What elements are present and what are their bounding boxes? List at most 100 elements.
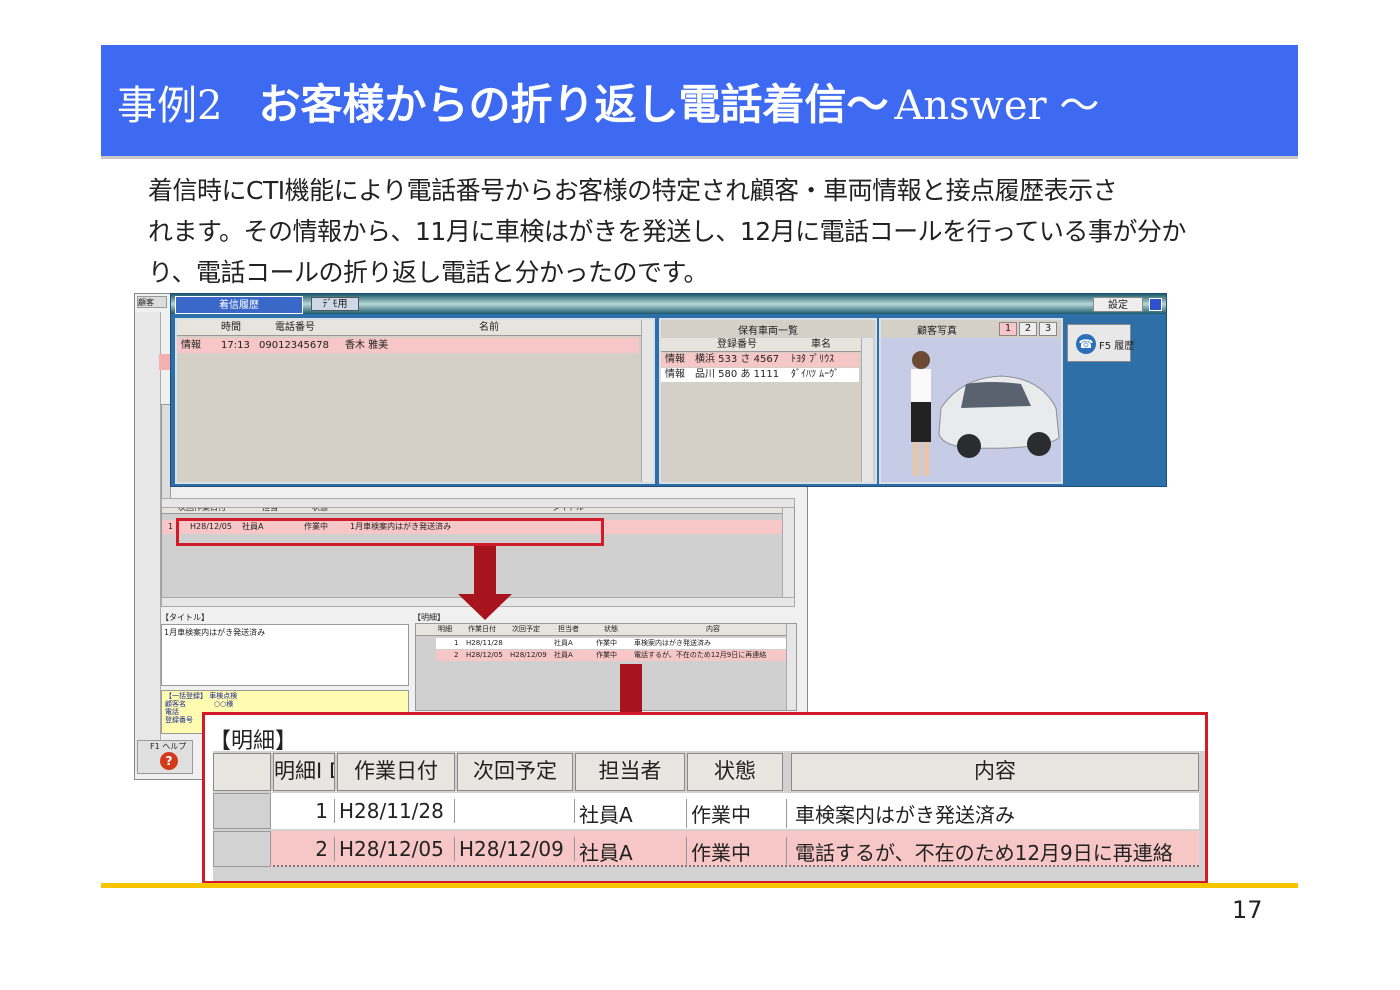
zoom-row-date: H28/11/28: [337, 799, 455, 823]
settings-button[interactable]: 設定: [1093, 297, 1143, 312]
small-detail-content: 電話するが、不在のため12月9日に再連絡: [634, 651, 767, 659]
small-detail-no: 2: [454, 651, 459, 659]
vehicle-row-label: 情報: [665, 369, 685, 380]
body-line: れます。その情報から、11月に車検はがきを発送し、12月に電話コールを行っている…: [148, 217, 1186, 246]
zoom-row-selector[interactable]: [213, 793, 271, 829]
vehicle-row-reg: 横浜 533 さ 4567: [695, 354, 780, 365]
zoom-header-no: 明細I D: [273, 753, 335, 791]
zoom-header-status: 状態: [687, 753, 783, 791]
call-row-label: 情報: [181, 340, 201, 351]
call-row[interactable]: 情報 17:13 09012345678 香木 雅美: [177, 338, 639, 353]
title-section-label: 【タイトル】: [161, 613, 209, 622]
photo-tab-3[interactable]: 3: [1039, 322, 1057, 336]
help-button[interactable]: F1 ヘルプ ?: [137, 740, 193, 774]
zoom-header-staff: 担当者: [575, 753, 685, 791]
back-left-column: [135, 312, 161, 772]
vehicle-header-reg: 登録番号: [717, 339, 757, 350]
zoom-header-selector: [213, 753, 271, 791]
slide-title-banner: 事例2 お客様からの折り返し電話着信～ Answer ～: [101, 45, 1298, 158]
small-detail-date: H28/11/28: [466, 639, 503, 647]
detail-section-label: 【明細】: [413, 613, 445, 622]
call-row-name: 香木 雅美: [345, 340, 389, 351]
tab-demo[interactable]: ﾃﾞﾓ用: [311, 297, 359, 311]
zoom-header-content: 内容: [791, 753, 1199, 791]
vehicle-row-car: ﾄﾖﾀ ﾌﾟﾘｳｽ: [791, 354, 835, 365]
small-detail-staff: 社員A: [554, 651, 573, 659]
vehicle-header-car: 車名: [811, 339, 831, 350]
zoom-row-no: 1: [273, 799, 335, 823]
zoom-row-status: 作業中: [689, 837, 787, 866]
call-header-phone: 電話番号: [275, 322, 315, 333]
small-detail-header-next: 次回予定: [512, 625, 540, 633]
zoom-row-next: H28/12/09: [457, 837, 575, 861]
small-detail-status: 作業中: [596, 651, 617, 659]
customer-photo: [881, 338, 1061, 482]
history-scrollbar[interactable]: [782, 502, 794, 600]
history-row-highlight: [176, 518, 604, 546]
vehicle-list-header: 登録番号 車名: [661, 338, 861, 352]
vehicle-row-reg: 品川 580 あ 1111: [695, 369, 780, 380]
zoom-row[interactable]: 2 H28/12/05 H28/12/09 社員A 作業中 電話するが、不在のた…: [213, 831, 1199, 867]
history-f5-button[interactable]: ☎ F5 履歴: [1067, 324, 1135, 362]
history-f5-label: F5 履歴: [1099, 341, 1135, 352]
call-list-scrollbar[interactable]: [641, 320, 653, 482]
body-line: 着信時にCTI機能により電話番号からお客様の特定され顧客・車両情報と接点履歴表示…: [148, 176, 1118, 205]
small-detail-header-status: 状態: [604, 625, 618, 633]
small-detail-row[interactable]: 1 H28/11/28 社員A 作業中 車検案内はがき発送済み: [436, 638, 786, 649]
case-label: 事例2: [117, 82, 223, 129]
zoomed-detail-panel: 【明細】 明細I D 作業日付 次回予定 担当者 状態 内容 1 H28/11/…: [202, 712, 1208, 884]
vehicle-row-label: 情報: [665, 354, 685, 365]
call-row-time: 17:13: [221, 340, 250, 351]
call-row-phone: 09012345678: [259, 340, 329, 351]
title-textarea[interactable]: 1月車検案内はがき発送済み: [161, 624, 409, 686]
small-detail-next: H28/12/09: [510, 651, 547, 659]
small-detail-header-staff: 担当者: [558, 625, 579, 633]
small-detail-header-no: 明細: [438, 625, 452, 633]
call-window-titlebar: 着信履歴 ﾃﾞﾓ用 設定: [171, 294, 1166, 314]
zoom-header-next: 次回予定: [457, 753, 573, 791]
zoom-row-content: 車検案内はがき発送済み: [795, 803, 1015, 827]
zoom-row[interactable]: 1 H28/11/28 社員A 作業中 車検案内はがき発送済み: [213, 793, 1199, 829]
vehicle-list-scrollbar[interactable]: [861, 338, 873, 482]
vehicle-row[interactable]: 情報 横浜 533 さ 4567 ﾄﾖﾀ ﾌﾟﾘｳｽ: [661, 353, 859, 367]
small-detail-date: H28/12/05: [466, 651, 503, 659]
zoom-header-date: 作業日付: [337, 753, 455, 791]
zoom-row-next: [457, 799, 575, 823]
small-detail-header-content: 内容: [706, 625, 720, 633]
answer-label: Answer ～: [894, 82, 1100, 129]
call-list-panel: 時間 電話番号 名前 情報 17:13 09012345678 香木 雅美: [175, 318, 655, 484]
incoming-call-window: 着信履歴 ﾃﾞﾓ用 設定 時間 電話番号 名前 情報 17:13 0901234…: [170, 293, 1167, 487]
slide-title: お客様からの折り返し電話着信～: [258, 80, 889, 129]
small-detail-no: 1: [454, 639, 459, 647]
photo-panel-title: 顧客写真: [917, 326, 957, 337]
page-number: 17: [1232, 896, 1263, 924]
minimize-button[interactable]: [1149, 298, 1162, 311]
vehicle-panel: 保有車両一覧 登録番号 車名 情報 横浜 533 さ 4567 ﾄﾖﾀ ﾌﾟﾘｳ…: [659, 318, 877, 484]
tab-call-history[interactable]: 着信履歴: [175, 296, 303, 314]
small-detail-grid: 明細 作業日付 次回予定 担当者 状態 内容 1 H28/11/28 社員A 作…: [415, 623, 797, 711]
photo-tab-1[interactable]: 1: [999, 322, 1017, 336]
history-row-no: 1: [168, 522, 174, 531]
back-window-tab[interactable]: 顧客: [137, 296, 167, 308]
note-line: 顧客名 ○○様: [165, 700, 234, 708]
small-detail-staff: 社員A: [554, 639, 573, 647]
zoom-row-date: H28/12/05: [337, 837, 455, 861]
slide-body: 着信時にCTI機能により電話番号からお客様の特定され顧客・車両情報と接点履歴表示…: [148, 170, 1258, 293]
small-detail-row[interactable]: 2 H28/12/05 H28/12/09 社員A 作業中 電話するが、不在のた…: [436, 650, 786, 661]
down-arrow-head-icon: [458, 594, 512, 620]
help-button-label: F1 ヘルプ: [150, 742, 187, 751]
zoom-row-no: 2: [273, 837, 335, 861]
vehicle-row[interactable]: 情報 品川 580 あ 1111 ﾀﾞｲﾊﾂ ﾑｰｳﾞ: [661, 368, 859, 382]
call-list-header: 時間 電話番号 名前: [177, 320, 641, 336]
small-detail-scrollbar[interactable]: [786, 624, 796, 710]
vehicle-row-car: ﾀﾞｲﾊﾂ ﾑｰｳﾞ: [791, 369, 840, 380]
banner-underline: [101, 156, 1298, 159]
zoom-row-selector[interactable]: [213, 831, 271, 867]
upper-h-scrollbar[interactable]: [161, 498, 795, 508]
small-detail-header-date: 作業日付: [468, 625, 496, 633]
call-header-name: 名前: [479, 322, 499, 333]
small-detail-status: 作業中: [596, 639, 617, 647]
photo-tab-2[interactable]: 2: [1019, 322, 1037, 336]
phone-icon: ☎: [1076, 334, 1096, 354]
zoom-row-status: 作業中: [689, 799, 787, 828]
